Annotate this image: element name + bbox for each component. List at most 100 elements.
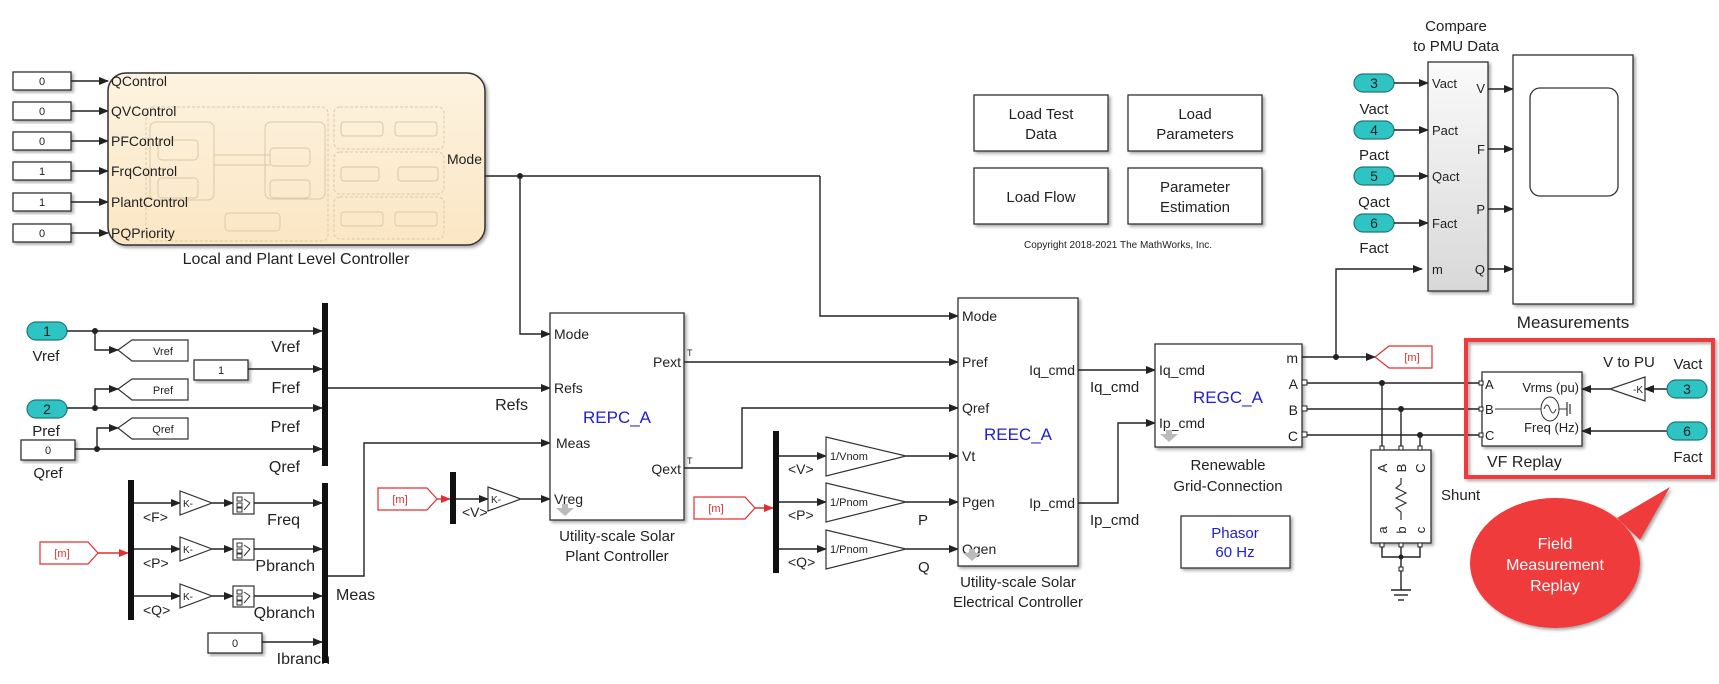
gain-qbranch[interactable]: K- (179, 583, 214, 609)
constant-value: 1 (39, 166, 45, 178)
shunt-port-a: A (1375, 463, 1390, 472)
gain-freq[interactable]: K- (179, 490, 214, 516)
reec-name: REEC_A (984, 425, 1053, 444)
selector-label-p: <P> (788, 507, 814, 523)
constant-plantcontrol[interactable]: 1 (12, 192, 72, 212)
callout-line-3: Replay (1530, 578, 1580, 595)
bus-selector-reec[interactable] (773, 431, 779, 573)
constant-pfcontrol[interactable]: 0 (12, 131, 72, 151)
shunt-label: Shunt (1441, 487, 1481, 504)
bus-selector-meas[interactable] (128, 480, 134, 620)
bus-selector-vreg[interactable] (450, 472, 456, 524)
goto-vref[interactable]: Vref (116, 339, 189, 362)
load-test-data-button[interactable]: Load Test Data (973, 94, 1109, 152)
inport-vact[interactable]: 3 (1353, 73, 1395, 93)
signal-label-q: Q (918, 559, 930, 576)
signal-label-ibranch: Ibranch (277, 651, 330, 668)
vf-port-vrms: Vrms (pu) (1522, 380, 1579, 395)
chart-port-pqpriority: PQPriority (111, 225, 175, 241)
inport-number: 4 (1370, 122, 1378, 138)
three-phase-wires (1301, 379, 1482, 447)
constant-frqcontrol[interactable]: 1 (12, 161, 72, 181)
wire-label-ip-cmd: Ip_cmd (1090, 512, 1139, 529)
port-f: F (1477, 142, 1485, 157)
vf-port-freq: Freq (Hz) (1524, 420, 1579, 435)
constant-qvcontrol[interactable]: 0 (12, 101, 72, 121)
port-refs: Refs (554, 380, 583, 396)
regc-name: REGC_A (1193, 388, 1264, 407)
load-flow-button[interactable]: Load Flow (973, 167, 1109, 225)
from-m-meas[interactable]: [m] (39, 541, 99, 565)
rate-transition-icon[interactable] (232, 585, 255, 608)
parameter-estimation-button[interactable]: Parameter Estimation (1127, 167, 1263, 225)
constant-pqpriority[interactable]: 0 (12, 223, 72, 243)
constant-qref[interactable]: 0 (20, 439, 76, 461)
gain-vreg[interactable]: K- (487, 486, 523, 512)
regc-section: Iq_cmd Ip_cmd m A B C REGC_A Renewable G… (1154, 343, 1303, 495)
goto-tag: Qref (152, 424, 174, 436)
bus-creator-meas[interactable] (322, 483, 328, 663)
constant-value: 0 (39, 228, 45, 240)
constant-ibranch[interactable]: 0 (207, 632, 263, 654)
callout-line-1: Field (1538, 536, 1573, 553)
goto-tag: Pref (153, 385, 174, 397)
vf-replay-block[interactable]: A B C Vrms (pu) Freq (Hz) (1478, 371, 1583, 447)
callout-field-measurement-replay: Field Measurement Replay (1470, 487, 1670, 628)
compare-section: Compare to PMU Data 3 Vact 4 Pact 5 Qact… (1353, 18, 1634, 332)
goto-qref[interactable]: Qref (116, 417, 189, 440)
inport-number: 6 (1683, 423, 1691, 439)
selector-label-p: <P> (143, 555, 169, 571)
compare-block[interactable]: Vact Pact Qact Fact m V F P Q (1427, 61, 1489, 292)
inport-fact[interactable]: 6 (1353, 213, 1395, 233)
ground-icon (1379, 542, 1423, 601)
chart-port-pfcontrol: PFControl (111, 133, 174, 149)
port-pext: Pext (653, 354, 681, 370)
inport-qact[interactable]: 5 (1353, 166, 1395, 186)
gain-value: 1/Vnom (830, 451, 868, 463)
shunt-block[interactable]: A B C a b c (1370, 445, 1432, 544)
gain-v-to-pu[interactable]: -K (1608, 376, 1646, 402)
port-m: m (1432, 262, 1443, 277)
goto-m[interactable]: [m] (1374, 345, 1433, 369)
inport-pact[interactable]: 4 (1353, 120, 1395, 140)
rate-transition-icon[interactable] (232, 538, 255, 561)
inport-pref[interactable]: 2 (26, 399, 68, 419)
button-label-1: Parameter (1160, 179, 1230, 196)
gain-1-pnom-q[interactable]: 1/Pnom (825, 529, 907, 570)
gain-pbranch[interactable]: K- (179, 536, 214, 562)
chart-port-plantcontrol: PlantControl (111, 194, 188, 210)
powergui-block[interactable]: Phasor 60 Hz (1180, 515, 1291, 569)
bus-creator-refs[interactable] (322, 303, 328, 466)
rate-transition-icon[interactable] (232, 492, 255, 515)
goto-tag: [m] (1404, 352, 1419, 364)
constant-fref[interactable]: 1 (193, 359, 249, 381)
inport-label: Qact (1358, 194, 1391, 211)
stateflow-chart-block[interactable]: QControl QVControl PFControl FrqControl … (107, 72, 486, 246)
reec-block[interactable]: Mode Pref Qref Vt Pgen Qgen Iq_cmd Ip_cm… (957, 297, 1079, 567)
signal-label-vref: Vref (271, 339, 300, 356)
inport-vref[interactable]: 1 (26, 321, 68, 341)
inport-vact-replay[interactable]: 3 (1666, 379, 1708, 399)
load-parameters-button[interactable]: Load Parameters (1127, 94, 1263, 152)
from-m-reec[interactable]: [m] (693, 496, 756, 520)
gain-1-pnom-p[interactable]: 1/Pnom (825, 482, 907, 523)
repc-block[interactable]: Mode Refs Meas Vreg Pext Qext REPC_A (549, 312, 685, 521)
port-fact: Fact (1432, 216, 1458, 231)
regc-block[interactable]: Iq_cmd Ip_cmd m A B C REGC_A (1154, 343, 1303, 448)
selector-label-f: <F> (143, 509, 168, 525)
port-ip-cmd: Ip_cmd (1159, 415, 1205, 431)
scope-measurements[interactable] (1512, 54, 1634, 305)
wire-label-iq-cmd: Iq_cmd (1090, 379, 1139, 396)
inport-fact-replay[interactable]: 6 (1666, 421, 1708, 441)
scope-label: Measurements (1517, 313, 1629, 332)
controller-chart-group: 0 0 0 1 1 0 QControl QVControl PFControl… (12, 71, 486, 268)
constant-qcontrol[interactable]: 0 (12, 71, 72, 91)
compare-label-2: to PMU Data (1413, 38, 1500, 55)
bus-label-meas: Meas (336, 587, 375, 604)
from-m-vreg[interactable]: [m] (377, 487, 438, 511)
signal-label-freq: Freq (267, 512, 300, 529)
gain-1-vnom[interactable]: 1/Vnom (825, 436, 907, 477)
goto-pref[interactable]: Pref (116, 378, 189, 401)
inport-number: 3 (1683, 381, 1691, 397)
gain-value: K- (183, 592, 193, 603)
